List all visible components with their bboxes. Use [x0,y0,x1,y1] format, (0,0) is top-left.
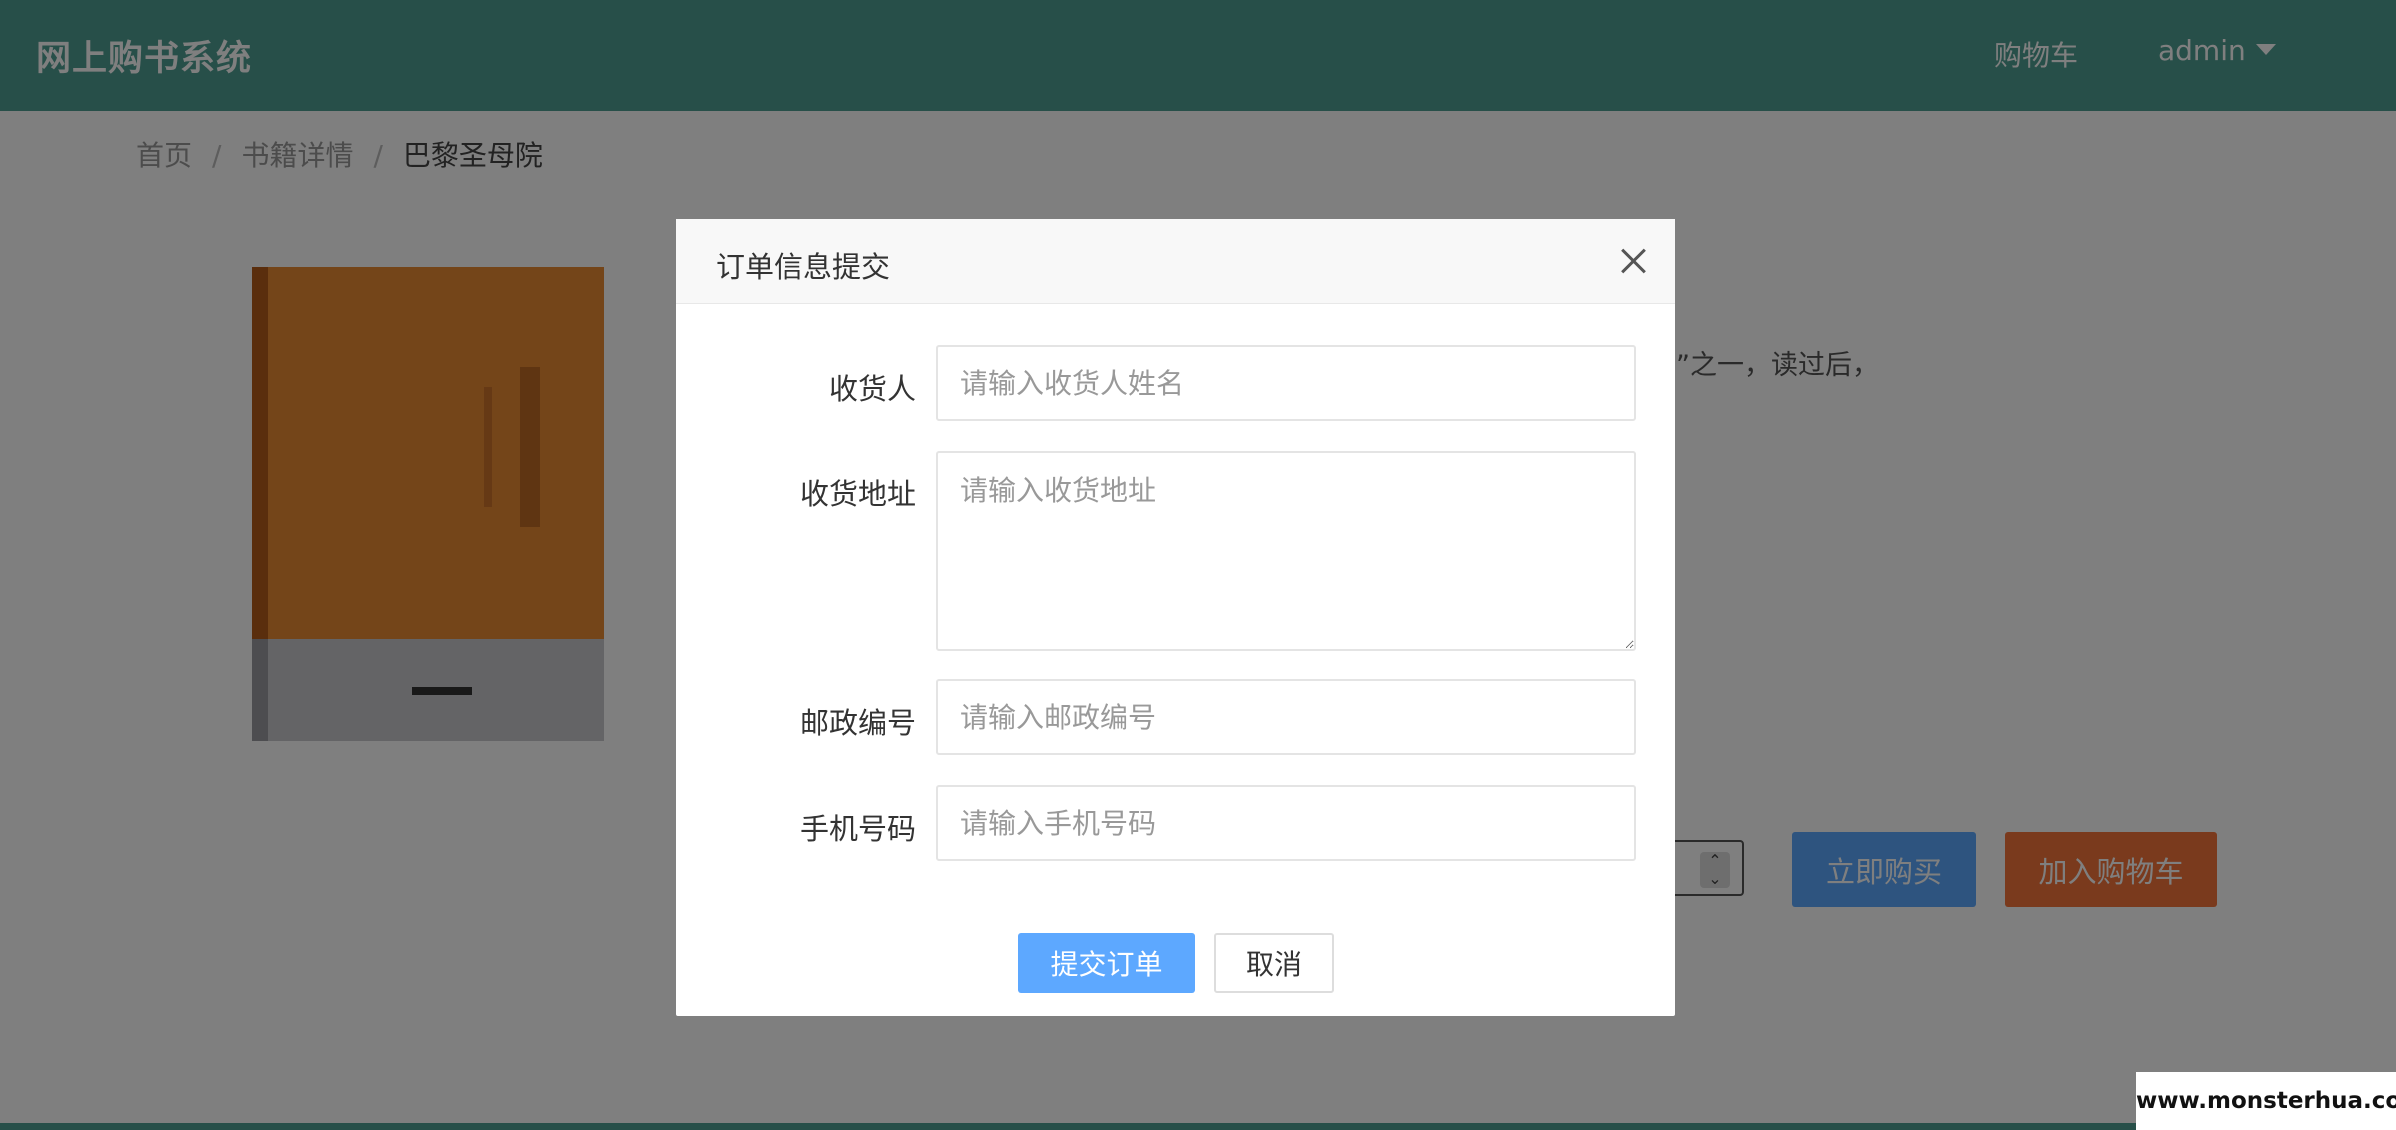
submit-order-button[interactable]: 提交订单 [1018,933,1195,993]
close-icon[interactable] [1611,239,1655,283]
phone-input[interactable] [936,785,1636,861]
watermark: www.monsterhua.com [2136,1072,2396,1130]
address-label: 收货地址 [799,477,916,511]
postcode-input[interactable] [936,679,1636,755]
cancel-button[interactable]: 取消 [1214,933,1334,993]
postcode-label: 邮政编号 [799,706,916,740]
address-textarea[interactable] [936,451,1636,651]
order-modal: 订单信息提交 收货人 收货地址 邮政编号 手机号码 提交订单 取消 [676,219,1675,1016]
modal-header: 订单信息提交 [676,219,1675,304]
modal-title: 订单信息提交 [716,250,891,284]
receiver-input[interactable] [936,345,1636,421]
receiver-label: 收货人 [828,372,916,406]
phone-label: 手机号码 [799,812,916,846]
